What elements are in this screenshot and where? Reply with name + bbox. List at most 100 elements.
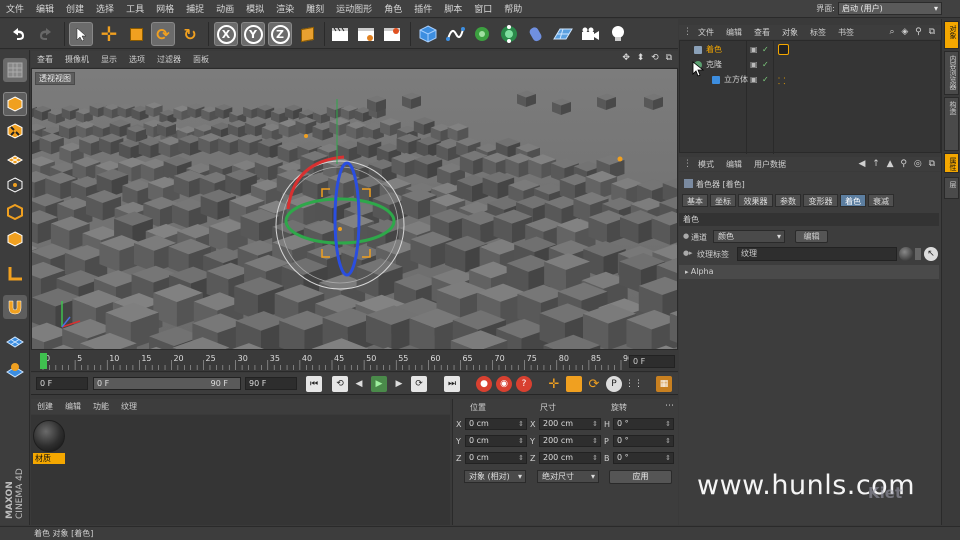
snap-magnet-icon[interactable] [3, 295, 27, 319]
menu-item[interactable]: 雕刻 [300, 2, 330, 15]
undo-icon[interactable] [6, 22, 30, 46]
texture-mode-icon[interactable] [3, 119, 27, 143]
position-field[interactable]: 0 cm [465, 435, 527, 447]
panel-menu-icon[interactable]: ⋯ [665, 401, 674, 411]
array-icon[interactable] [497, 22, 521, 46]
menu-item[interactable]: 运动图形 [330, 2, 378, 15]
size-field[interactable]: 200 cm [539, 435, 601, 447]
enable-check-icon[interactable]: ✓ [762, 73, 769, 87]
light-icon[interactable] [606, 22, 630, 46]
start-frame-field[interactable]: 0 F [36, 377, 88, 390]
menu-item[interactable]: 文件 [0, 2, 30, 15]
menu-item[interactable]: 选择 [90, 2, 120, 15]
edge-mode-icon[interactable] [3, 200, 27, 224]
redo-icon[interactable] [34, 22, 58, 46]
key-parameter-icon[interactable]: P [606, 376, 622, 392]
side-tab[interactable]: 属性 [944, 153, 959, 173]
deformer-icon[interactable] [524, 22, 548, 46]
coord-mode-dropdown[interactable]: 对象 (相对) [464, 470, 526, 483]
texture-pick-icon[interactable]: ↖ [924, 247, 938, 261]
select-icon[interactable] [69, 22, 93, 46]
attr-tab[interactable]: 变形器 [803, 194, 838, 207]
key-pla-icon[interactable]: ⋮⋮ [625, 376, 643, 392]
viewport-menu-item[interactable]: 显示 [95, 54, 123, 65]
rotate-icon[interactable]: ⟳ [151, 22, 175, 46]
camera-icon[interactable] [578, 22, 602, 46]
viewport-menu-item[interactable]: 摄像机 [59, 54, 95, 65]
workplane-mode-icon[interactable] [3, 146, 27, 170]
viewport-nav-icons[interactable]: ✥ ⬍ ⟲ ⧉ [622, 53, 674, 63]
visibility-toggle-icon[interactable]: ▣ [750, 73, 758, 87]
object-search-icon[interactable]: ⌕ ◈ ⚲ ⧉ [889, 27, 937, 37]
material-item[interactable]: 材质 [33, 419, 65, 464]
floor-icon[interactable] [551, 22, 575, 46]
point-mode-icon[interactable] [3, 173, 27, 197]
menu-item[interactable]: 模拟 [240, 2, 270, 15]
object-menu-item[interactable]: 对象 [776, 27, 804, 38]
record-keys-icon[interactable]: ● [476, 376, 492, 392]
attr-tab[interactable]: 衰减 [868, 194, 894, 207]
tweak-mode-icon[interactable] [3, 358, 27, 382]
current-frame-field[interactable]: 0 F [629, 355, 675, 368]
end-frame-field[interactable]: 90 F [245, 377, 297, 390]
size-field[interactable]: 200 cm [539, 418, 601, 430]
side-tab[interactable]: 对象 [944, 21, 959, 49]
attr-tab[interactable]: 基本 [682, 194, 708, 207]
next-key-icon[interactable]: ⟳ [411, 376, 427, 392]
cube-icon[interactable] [416, 22, 440, 46]
key-scale-icon[interactable] [566, 376, 582, 392]
scale-icon[interactable] [124, 22, 148, 46]
x-axis-icon[interactable]: X [214, 22, 238, 46]
menu-item[interactable]: 窗口 [468, 2, 498, 15]
viewport-menu-item[interactable]: 查看 [31, 54, 59, 65]
size-field[interactable]: 200 cm [539, 452, 601, 464]
attr-tab[interactable]: 着色 [840, 194, 866, 207]
object-menu-item[interactable]: 编辑 [720, 27, 748, 38]
menu-item[interactable]: 渲染 [270, 2, 300, 15]
perspective-viewport[interactable]: 透视视图 [31, 68, 678, 350]
key-rotation-icon[interactable]: ⟳ [586, 376, 602, 392]
model-mode-icon[interactable] [3, 92, 27, 116]
object-menu-item[interactable]: 标签 [804, 27, 832, 38]
menu-item[interactable]: 网格 [150, 2, 180, 15]
drag-handle-icon[interactable]: ⋮ [679, 27, 692, 37]
enable-check-icon[interactable]: ✓ [762, 43, 769, 57]
rotation-field[interactable]: 0 ° [613, 435, 674, 447]
prev-key-icon[interactable]: ⟲ [332, 376, 348, 392]
spline-icon[interactable] [443, 22, 467, 46]
viewport-menu-item[interactable]: 面板 [187, 54, 215, 65]
object-menu-item[interactable]: 查看 [748, 27, 776, 38]
position-field[interactable]: 0 cm [465, 452, 527, 464]
attr-menu-item[interactable]: 用户数据 [748, 159, 792, 170]
render-picture-icon[interactable] [354, 22, 378, 46]
attr-tab[interactable]: 坐标 [710, 194, 736, 207]
prev-frame-icon[interactable]: ◀ [351, 376, 367, 392]
material-menu-item[interactable]: 纹理 [115, 401, 143, 412]
position-field[interactable]: 0 cm [465, 418, 527, 430]
layout-select[interactable]: 启动 (用户) [838, 2, 942, 15]
attr-menu-item[interactable]: 模式 [692, 159, 720, 170]
object-menu-item[interactable]: 书签 [832, 27, 860, 38]
texture-expand-icon[interactable]: ▸ [689, 249, 693, 257]
autokey-icon[interactable]: ◉ [496, 376, 512, 392]
phong-tag-icon[interactable]: ⸬ [778, 74, 785, 87]
menu-item[interactable]: 角色 [378, 2, 408, 15]
material-menu-item[interactable]: 功能 [87, 401, 115, 412]
make-editable-icon[interactable] [3, 58, 27, 82]
rotation-field[interactable]: 0 ° [613, 418, 674, 430]
texture-menu-arrow-icon[interactable] [915, 248, 921, 260]
goto-start-icon[interactable]: ⏮ [306, 376, 322, 392]
side-tab[interactable]: 内容浏览器 [944, 51, 959, 95]
size-mode-dropdown[interactable]: 绝对尺寸 [537, 470, 599, 483]
render-settings-icon[interactable] [380, 22, 404, 46]
axis-mode-icon[interactable] [3, 262, 27, 286]
side-tab[interactable]: 层 [944, 177, 959, 199]
object-row[interactable]: 克隆 ▣ ✓ [680, 58, 940, 72]
play-icon[interactable]: ▶ [371, 376, 387, 392]
menu-item[interactable]: 帮助 [498, 2, 528, 15]
goto-end-icon[interactable]: ⏭ [444, 376, 460, 392]
visibility-toggle-icon[interactable]: ▣ [750, 43, 758, 57]
rotate-alt-icon[interactable]: ↻ [178, 22, 202, 46]
object-row[interactable]: 立方体 ▣ ✓ ⸬ [680, 73, 940, 87]
side-tab[interactable]: 构造 [944, 97, 959, 151]
